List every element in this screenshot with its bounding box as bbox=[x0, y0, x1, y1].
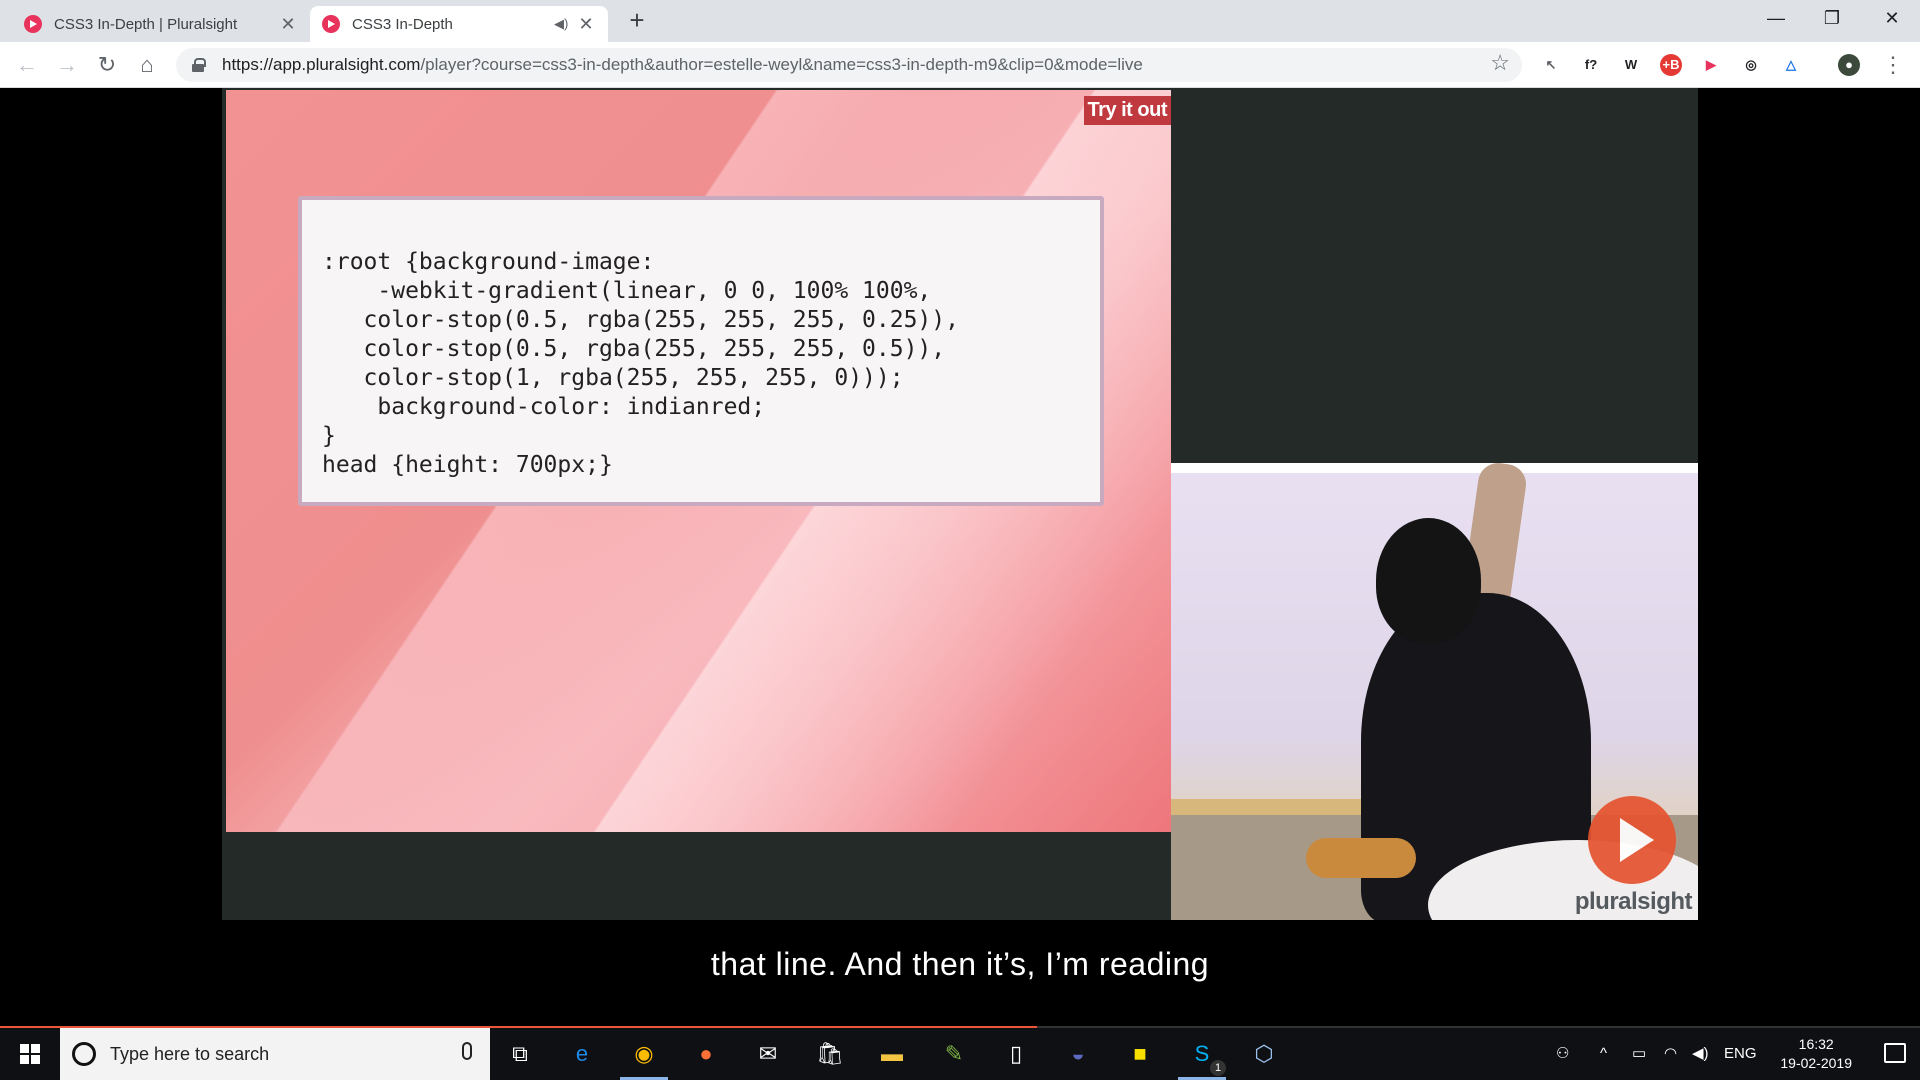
bookmark-star-icon[interactable]: ☆ bbox=[1490, 50, 1510, 76]
presentation-slide: Try it out :root {background-image: -web… bbox=[226, 90, 1171, 832]
pluralsight-favicon-icon bbox=[24, 15, 42, 33]
logo-wordmark: pluralsight bbox=[1574, 888, 1693, 915]
tab-pluralsight[interactable]: CSS3 In-Depth | Pluralsight ✕ bbox=[12, 6, 310, 42]
taskbar-search[interactable]: Type here to search bbox=[60, 1028, 490, 1080]
play-icon[interactable] bbox=[1588, 796, 1676, 884]
start-button[interactable] bbox=[0, 1028, 60, 1080]
clock-date: 19-02-2019 bbox=[1780, 1055, 1852, 1071]
code-line: color-stop(0.5, rgba(255, 255, 255, 0.25… bbox=[322, 307, 959, 333]
subtitle-caption: that line. And then it’s, I’m reading bbox=[710, 946, 1210, 982]
presenter-head bbox=[1376, 518, 1481, 643]
virtualbox-icon[interactable]: ⬡ bbox=[1246, 1036, 1282, 1072]
address-bar[interactable]: https://app.pluralsight.com/player?cours… bbox=[176, 48, 1522, 82]
cursor-extension-icon[interactable]: ↖ bbox=[1540, 54, 1562, 76]
code-line: color-stop(0.5, rgba(255, 255, 255, 0.5)… bbox=[322, 336, 946, 362]
tab-title: CSS3 In-Depth bbox=[352, 15, 453, 33]
show-hidden-icons-icon[interactable]: ^ bbox=[1600, 1028, 1607, 1080]
video-player[interactable]: Try it out :root {background-image: -web… bbox=[0, 88, 1920, 1029]
document-icon[interactable]: ▯ bbox=[998, 1036, 1034, 1072]
tab-css3-in-depth[interactable]: CSS3 In-Depth ◀) ✕ bbox=[310, 6, 608, 42]
battery-icon[interactable]: ▭ bbox=[1632, 1028, 1646, 1080]
code-line: head {height: 700px;} bbox=[322, 452, 613, 478]
cast-extension-icon[interactable]: ▶ bbox=[1700, 54, 1722, 76]
action-center-icon[interactable] bbox=[1884, 1043, 1906, 1063]
pluralsight-logo: pluralsight bbox=[1428, 790, 1698, 920]
windows-taskbar: Type here to search ⧉ e ◉ ● ✉ 🛍 ▬ ✎ ▯ ◒ ■ S 1 ⬡ ⚇ ^ ▭… bbox=[0, 1028, 1920, 1080]
file-explorer-icon[interactable]: ▬ bbox=[874, 1036, 910, 1072]
sync-extension-icon[interactable]: ◎ bbox=[1740, 54, 1762, 76]
browser-tab-strip: CSS3 In-Depth | Pluralsight ✕ CSS3 In-De… bbox=[0, 0, 1920, 42]
mail-icon[interactable]: ✉ bbox=[750, 1036, 786, 1072]
lock-icon[interactable] bbox=[192, 58, 206, 72]
tab-title: CSS3 In-Depth | Pluralsight bbox=[54, 15, 238, 33]
menu-kebab-icon[interactable]: ⋮ bbox=[1878, 50, 1908, 80]
profile-avatar[interactable]: ● bbox=[1838, 54, 1860, 76]
language-indicator[interactable]: ENG bbox=[1724, 1028, 1757, 1080]
code-line: background-color: indianred; bbox=[322, 394, 766, 420]
video-frame[interactable]: Try it out :root {background-image: -web… bbox=[222, 88, 1698, 920]
task-view-icon[interactable]: ⧉ bbox=[502, 1036, 538, 1072]
code-line: color-stop(1, rgba(255, 255, 255, 0))); bbox=[322, 365, 904, 391]
notepadpp-icon[interactable]: ✎ bbox=[936, 1036, 972, 1072]
adblock-extension-icon[interactable]: +B bbox=[1660, 54, 1682, 76]
tab-close-icon[interactable]: ✕ bbox=[576, 14, 596, 35]
pluralsight-favicon-icon bbox=[322, 15, 340, 33]
store-icon[interactable]: 🛍 bbox=[812, 1036, 848, 1072]
font-extension-icon[interactable]: f? bbox=[1580, 54, 1602, 76]
system-clock[interactable]: 16:32 19-02-2019 bbox=[1780, 1035, 1852, 1073]
volume-icon[interactable]: ◀) bbox=[1692, 1028, 1709, 1080]
new-tab-button[interactable]: + bbox=[622, 6, 652, 36]
try-it-out-badge: Try it out bbox=[1083, 96, 1171, 125]
speaker-icon[interactable]: ◀) bbox=[554, 16, 576, 32]
wifi-icon[interactable]: ◠ bbox=[1664, 1028, 1677, 1080]
minimize-button[interactable]: — bbox=[1748, 0, 1804, 36]
drive-extension-icon[interactable]: △ bbox=[1780, 54, 1802, 76]
eclipse-icon[interactable]: ◒ bbox=[1060, 1036, 1096, 1072]
skype-icon[interactable]: S1 bbox=[1178, 1036, 1226, 1080]
reload-button[interactable]: ↻ bbox=[92, 50, 122, 80]
forward-button[interactable]: → bbox=[52, 50, 82, 80]
restore-button[interactable]: ❐ bbox=[1804, 0, 1860, 36]
code-line: -webkit-gradient(linear, 0 0, 100% 100%, bbox=[322, 278, 932, 304]
browser-toolbar: ← → ↻ ⌂ https://app.pluralsight.com/play… bbox=[0, 42, 1920, 88]
people-icon[interactable]: ⚇ bbox=[1556, 1028, 1569, 1080]
firefox-icon[interactable]: ● bbox=[688, 1036, 724, 1072]
sticky-notes-icon[interactable]: ■ bbox=[1122, 1036, 1158, 1072]
url-path: /player?course=css3-in-depth&author=este… bbox=[420, 55, 1143, 74]
windows-logo-icon bbox=[20, 1044, 40, 1064]
notification-badge: 1 bbox=[1210, 1060, 1226, 1076]
home-button[interactable]: ⌂ bbox=[132, 50, 162, 80]
search-placeholder: Type here to search bbox=[110, 1043, 270, 1064]
close-window-button[interactable]: ✕ bbox=[1864, 0, 1920, 36]
code-snippet: :root {background-image: -webkit-gradien… bbox=[298, 196, 1104, 506]
cortana-icon bbox=[72, 1042, 96, 1066]
tab-close-icon[interactable]: ✕ bbox=[278, 14, 298, 35]
back-button[interactable]: ← bbox=[12, 50, 42, 80]
code-line: :root {background-image: bbox=[322, 249, 655, 275]
chrome-icon[interactable]: ◉ bbox=[620, 1036, 668, 1080]
code-line: } bbox=[322, 423, 336, 449]
edge-icon[interactable]: e bbox=[564, 1036, 600, 1072]
presenter-hand bbox=[1306, 838, 1416, 878]
microphone-icon[interactable] bbox=[462, 1042, 472, 1060]
clock-time: 16:32 bbox=[1798, 1036, 1834, 1052]
wordpress-extension-icon[interactable]: W bbox=[1620, 54, 1642, 76]
url-host: https://app.pluralsight.com bbox=[222, 55, 421, 74]
